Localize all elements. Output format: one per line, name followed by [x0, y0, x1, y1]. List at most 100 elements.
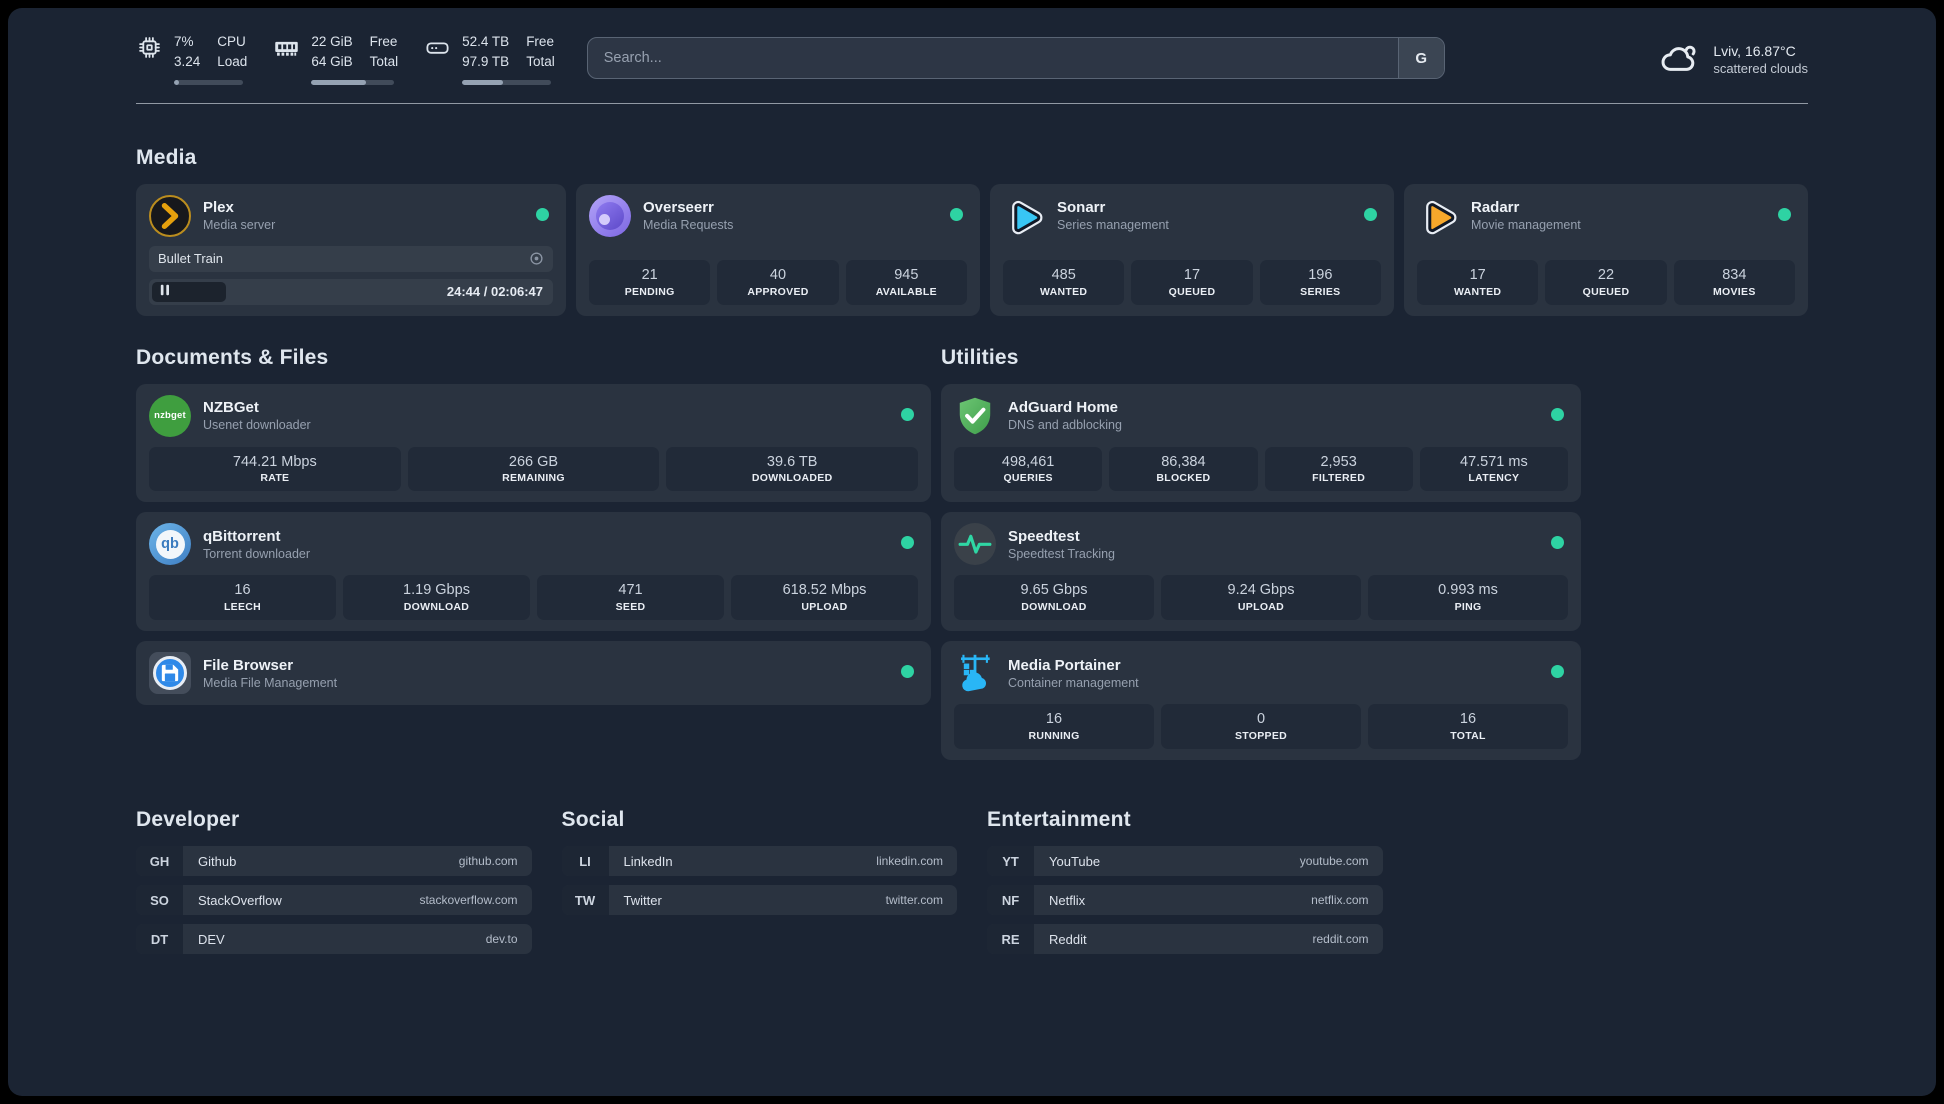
service-stats: 9.65 Gbps DOWNLOAD 9.24 Gbps UPLOAD 0.993 ms…	[954, 575, 1568, 621]
qbittorrent-icon: qb	[149, 523, 191, 566]
stat-wanted: 17 WANTED	[1417, 259, 1539, 305]
stat-value: 9.24 Gbps	[1227, 582, 1295, 599]
service-card-adguard-home[interactable]: AdGuard Home DNS and adblocking 498,461 QUE…	[941, 383, 1581, 503]
bookmark-reddit[interactable]: RE Reddit reddit.com	[987, 924, 1383, 955]
service-card-header: qb qBittorrent Torrent downloader	[149, 523, 918, 566]
stat-label: REMAINING	[502, 472, 565, 485]
stat-downloaded: 39.6 TB DOWNLOADED	[666, 446, 919, 492]
service-card-nzbget[interactable]: nzbget NZBGet Usenet downloader 744.21 Mbps…	[136, 383, 931, 503]
memory-free-value: 22 GiB	[311, 34, 353, 49]
stat-movies: 834 MOVIES	[1673, 259, 1795, 305]
bookmark-twitter[interactable]: TW Twitter twitter.com	[561, 885, 957, 916]
bookmark-linkedin[interactable]: LI LinkedIn linkedin.com	[561, 846, 957, 877]
bookmark-name: StackOverflow	[198, 892, 282, 908]
service-card-media-portainer[interactable]: Media Portainer Container management 16 RUN…	[941, 641, 1581, 761]
service-title: Plex	[203, 199, 234, 216]
service-card-qbittorrent[interactable]: qb qBittorrent Torrent downloader 16 LEECH 1.…	[136, 512, 931, 632]
bookmark-abbr: TW	[561, 885, 609, 916]
stat-value: 40	[769, 266, 787, 283]
bookmark-youtube[interactable]: YT YouTube youtube.com	[987, 846, 1383, 877]
stat-queued: 17 QUEUED	[1131, 259, 1253, 305]
service-card-file-browser[interactable]: File Browser Media File Management	[136, 641, 931, 706]
service-card-header: nzbget NZBGet Usenet downloader	[149, 394, 918, 437]
bookmark-abbr: RE	[987, 924, 1034, 955]
disk-progress-bar	[462, 80, 551, 85]
stat-stopped: 0 STOPPED	[1161, 704, 1361, 750]
service-stats: 498,461 QUERIES 86,384 BLOCKED 2,953 FILTERED…	[954, 446, 1568, 492]
service-card-header: AdGuard Home DNS and adblocking	[954, 395, 1568, 437]
stat-label: SERIES	[1300, 285, 1341, 298]
status-dot	[901, 407, 914, 421]
pause-button[interactable]	[152, 281, 226, 302]
memory-widget: 22 GiB 64 GiB Free Total	[273, 32, 398, 85]
bookmark-group-title: Developer	[136, 808, 240, 832]
service-subtitle: Movie management	[1471, 218, 1581, 232]
cpu-load-value: 3.24	[174, 54, 201, 70]
stat-label: LEECH	[223, 601, 262, 614]
status-dot	[950, 207, 963, 221]
portainer-icon	[954, 652, 996, 694]
service-card-radarr[interactable]: Radarr Movie management 17 WANTED 22 QUEUED 83…	[1404, 183, 1808, 316]
service-text: Radarr Movie management	[1471, 199, 1581, 232]
radarr-icon	[1417, 195, 1459, 237]
utilities-cards: AdGuard Home DNS and adblocking 498,461 QUE…	[941, 383, 1581, 761]
speedtest-icon	[954, 523, 996, 566]
bookmark-name: DEV	[198, 931, 225, 947]
service-card-header: Plex Media server	[149, 194, 553, 237]
service-subtitle: DNS and adblocking	[1008, 418, 1122, 432]
header: 7% 3.24 CPU Load 22 GiB 64 GiB Free Tota…	[136, 32, 1808, 85]
bookmark-netflix[interactable]: NF Netflix netflix.com	[987, 885, 1383, 916]
service-text: NZBGet Usenet downloader	[203, 399, 311, 432]
bookmark-group-developer: Developer GH Github github.com SO StackOverf…	[136, 808, 532, 963]
service-text: File Browser Media File Management	[203, 657, 337, 690]
stat-approved: 40 APPROVED	[717, 259, 839, 305]
stat-available: 945 AVAILABLE	[845, 259, 967, 305]
stat-label: DOWNLOAD	[403, 601, 470, 614]
stat-label: APPROVED	[747, 285, 809, 298]
cpu-widget: 7% 3.24 CPU Load	[136, 32, 247, 85]
service-subtitle: Series management	[1057, 218, 1169, 232]
disk-widget: 52.4 TB 97.9 TB Free Total	[424, 32, 555, 85]
service-subtitle: Speedtest Tracking	[1008, 546, 1116, 561]
stat-label: WANTED	[1454, 285, 1502, 298]
stat-queued: 22 QUEUED	[1545, 259, 1667, 305]
service-stats: 21 PENDING 40 APPROVED 945 AVAILABLE	[589, 250, 967, 305]
stat-label: MOVIES	[1712, 285, 1756, 298]
search-provider-button[interactable]: G	[1397, 38, 1444, 79]
service-card-speedtest[interactable]: Speedtest Speedtest Tracking 9.65 Gbps DOWN…	[941, 512, 1581, 632]
stat-label: PING	[1454, 601, 1482, 614]
search-input[interactable]	[587, 38, 1398, 79]
stat-label: QUEUED	[1168, 285, 1216, 298]
service-subtitle: Media File Management	[203, 675, 338, 690]
service-stats: 16 RUNNING 0 STOPPED 16 TOTAL	[954, 704, 1568, 750]
service-subtitle: Media server	[203, 218, 276, 232]
service-title: Radarr	[1471, 199, 1520, 216]
service-card-header: Speedtest Speedtest Tracking	[954, 523, 1568, 566]
stat-leech: 16 LEECH	[149, 575, 336, 621]
bookmark-url: netflix.com	[1311, 893, 1369, 908]
stat-value: 16	[234, 582, 251, 599]
service-title: AdGuard Home	[1008, 399, 1119, 416]
service-subtitle: Container management	[1008, 675, 1139, 690]
bookmark-stackoverflow[interactable]: SO StackOverflow stackoverflow.com	[136, 885, 532, 916]
stat-label: RUNNING	[1028, 730, 1080, 743]
now-playing-indicator-icon	[529, 251, 544, 266]
stat-download: 1.19 Gbps DOWNLOAD	[343, 575, 530, 621]
bookmark-dev[interactable]: DT DEV dev.to	[136, 924, 532, 955]
plex-icon	[149, 194, 191, 237]
stat-label: FILTERED	[1312, 472, 1366, 485]
memory-progress-bar	[311, 80, 395, 85]
service-card-overseerr[interactable]: Overseerr Media Requests 21 PENDING 40 APPROV…	[576, 183, 980, 316]
cloud-icon	[1658, 37, 1700, 79]
stat-label: RATE	[260, 472, 290, 485]
service-title: Sonarr	[1057, 199, 1106, 216]
stat-seed: 471 SEED	[537, 575, 724, 621]
service-text: Sonarr Series management	[1057, 199, 1169, 232]
status-dot	[1364, 207, 1377, 221]
service-card-plex[interactable]: Plex Media server Bullet Train 24:44 / 02:0…	[136, 183, 566, 316]
stat-upload: 9.24 Gbps UPLOAD	[1161, 575, 1361, 621]
bookmark-github[interactable]: GH Github github.com	[136, 846, 532, 877]
service-card-sonarr[interactable]: Sonarr Series management 485 WANTED 17 QUEUED…	[990, 183, 1394, 316]
status-dot	[1778, 207, 1791, 221]
stat-value: 485	[1051, 266, 1076, 283]
